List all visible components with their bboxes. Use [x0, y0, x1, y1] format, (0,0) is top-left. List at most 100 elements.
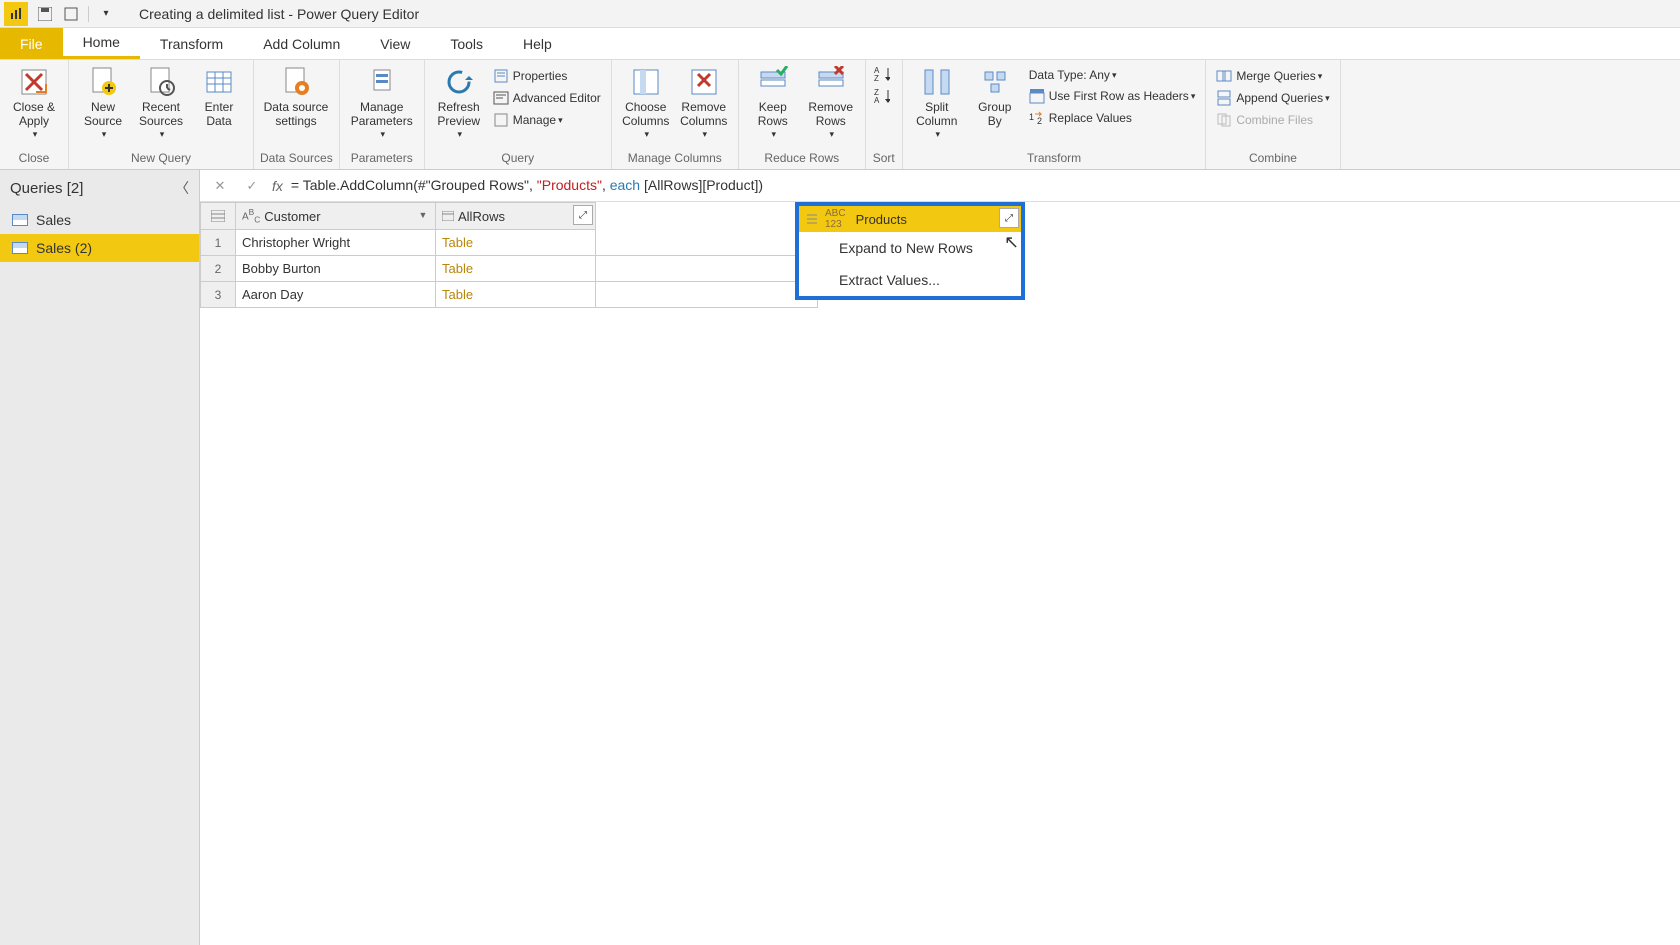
keep-rows-button[interactable]: Keep Rows: [745, 62, 801, 144]
ribbon-group-query: Refresh Preview Properties Advanced Edit…: [425, 60, 612, 169]
properties-button[interactable]: Properties: [489, 66, 605, 86]
cell-allrows[interactable]: Table: [436, 230, 596, 256]
collapse-pane-icon[interactable]: 〈: [175, 178, 189, 198]
merge-icon: [1216, 68, 1232, 84]
qat-separator: [88, 6, 89, 22]
cancel-formula-icon[interactable]: ✕: [208, 174, 232, 198]
undo-icon[interactable]: [60, 3, 82, 25]
ribbon-group-reduce-rows: Keep Rows Remove Rows Reduce Rows: [739, 60, 866, 169]
ribbon-group-close: Close & Apply Close: [0, 60, 69, 169]
list-type-icon: [805, 213, 819, 225]
enter-data-button[interactable]: Enter Data: [191, 62, 247, 133]
remove-rows-icon: [815, 66, 847, 98]
manage-parameters-icon: [366, 66, 398, 98]
fx-icon[interactable]: fx: [272, 178, 283, 194]
filter-dropdown-icon[interactable]: ▼: [413, 205, 433, 225]
sort-asc-button[interactable]: AZ: [872, 64, 896, 84]
combine-files-button[interactable]: Combine Files: [1212, 110, 1333, 130]
enter-data-icon: [203, 66, 235, 98]
tab-help[interactable]: Help: [503, 28, 572, 59]
combine-files-icon: [1216, 112, 1232, 128]
data-type-button[interactable]: Data Type: Any: [1025, 66, 1200, 84]
data-grid: ABC Customer ▼ AllRows ⤢ 1 Christopher W…: [200, 202, 1680, 308]
text-type-icon: ABC: [242, 207, 260, 224]
column-header-customer[interactable]: ABC Customer ▼: [236, 202, 436, 230]
split-column-icon: [921, 66, 953, 98]
cell-allrows[interactable]: Table: [436, 256, 596, 282]
sort-asc-icon: AZ: [874, 66, 890, 82]
tab-tools[interactable]: Tools: [430, 28, 503, 59]
save-icon[interactable]: [34, 3, 56, 25]
menu-expand-new-rows[interactable]: Expand to New Rows: [799, 232, 1021, 264]
sort-desc-button[interactable]: ZA: [872, 86, 896, 106]
choose-columns-icon: [630, 66, 662, 98]
query-item-sales[interactable]: Sales: [0, 206, 199, 234]
content-area: ✕ ✓ fx = Table.AddColumn(#"Grouped Rows"…: [200, 170, 1680, 945]
ribbon-group-data-sources: Data source settings Data Sources: [254, 60, 340, 169]
group-by-icon: [979, 66, 1011, 98]
advanced-editor-button[interactable]: Advanced Editor: [489, 88, 605, 108]
remove-rows-button[interactable]: Remove Rows: [803, 62, 859, 144]
manage-button[interactable]: Manage: [489, 110, 605, 130]
expand-allrows-icon[interactable]: ⤢: [573, 205, 593, 225]
close-apply-button[interactable]: Close & Apply: [6, 62, 62, 144]
split-column-button[interactable]: Split Column: [909, 62, 965, 144]
ribbon: Close & Apply Close New Source Recent So…: [0, 60, 1680, 170]
queries-header: Queries [2] 〈: [0, 170, 199, 206]
grid-corner[interactable]: [200, 202, 236, 230]
ribbon-group-new-query: New Source Recent Sources Enter Data New…: [69, 60, 254, 169]
headers-icon: [1029, 88, 1045, 104]
menu-tabs: File Home Transform Add Column View Tool…: [0, 28, 1680, 60]
column-header-allrows[interactable]: AllRows ⤢: [436, 202, 596, 230]
tab-view[interactable]: View: [360, 28, 430, 59]
tab-home[interactable]: Home: [63, 28, 140, 59]
data-source-settings-button[interactable]: Data source settings: [260, 62, 332, 133]
remove-columns-icon: [688, 66, 720, 98]
svg-text:A: A: [874, 96, 880, 104]
cell-customer[interactable]: Aaron Day: [236, 282, 436, 308]
choose-columns-button[interactable]: Choose Columns: [618, 62, 674, 144]
tab-file[interactable]: File: [0, 28, 63, 59]
table-type-icon: [442, 211, 454, 221]
recent-sources-button[interactable]: Recent Sources: [133, 62, 189, 144]
svg-text:Z: Z: [874, 74, 879, 82]
main-area: Queries [2] 〈 Sales Sales (2) ✕ ✓ fx = T…: [0, 170, 1680, 945]
qat-customize-icon[interactable]: ▾: [95, 3, 117, 25]
column-header-products[interactable]: ABC123 Products ⤢ ↖: [799, 206, 1021, 232]
data-source-settings-icon: [280, 66, 312, 98]
group-by-button[interactable]: Group By: [967, 62, 1023, 133]
manage-icon: [493, 112, 509, 128]
expand-products-icon[interactable]: ⤢: [999, 208, 1019, 228]
sort-desc-icon: ZA: [874, 88, 890, 104]
recent-sources-icon: [145, 66, 177, 98]
remove-columns-button[interactable]: Remove Columns: [676, 62, 732, 144]
refresh-preview-button[interactable]: Refresh Preview: [431, 62, 487, 144]
tab-transform[interactable]: Transform: [140, 28, 243, 59]
refresh-icon: [443, 66, 475, 98]
replace-icon: 12: [1029, 110, 1045, 126]
formula-text[interactable]: = Table.AddColumn(#"Grouped Rows", "Prod…: [291, 177, 763, 194]
append-icon: [1216, 90, 1232, 106]
new-source-button[interactable]: New Source: [75, 62, 131, 144]
replace-values-button[interactable]: 12Replace Values: [1025, 108, 1200, 128]
titlebar: ▾ Creating a delimited list - Power Quer…: [0, 0, 1680, 28]
table-icon: [12, 242, 28, 254]
queries-pane: Queries [2] 〈 Sales Sales (2): [0, 170, 200, 945]
append-queries-button[interactable]: Append Queries: [1212, 88, 1333, 108]
cell-allrows[interactable]: Table: [436, 282, 596, 308]
svg-text:2: 2: [1037, 116, 1042, 126]
ribbon-group-transform: Split Column Group By Data Type: Any Use…: [903, 60, 1207, 169]
table-icon: [12, 214, 28, 226]
properties-icon: [493, 68, 509, 84]
tab-add-column[interactable]: Add Column: [243, 28, 360, 59]
ribbon-group-manage-columns: Choose Columns Remove Columns Manage Col…: [612, 60, 739, 169]
manage-parameters-button[interactable]: Manage Parameters: [346, 62, 418, 144]
cell-customer[interactable]: Bobby Burton: [236, 256, 436, 282]
merge-queries-button[interactable]: Merge Queries: [1212, 66, 1333, 86]
query-item-sales-2[interactable]: Sales (2): [0, 234, 199, 262]
accept-formula-icon[interactable]: ✓: [240, 174, 264, 198]
cell-customer[interactable]: Christopher Wright: [236, 230, 436, 256]
ribbon-group-parameters: Manage Parameters Parameters: [340, 60, 425, 169]
first-row-headers-button[interactable]: Use First Row as Headers: [1025, 86, 1200, 106]
menu-extract-values[interactable]: Extract Values...: [799, 264, 1021, 296]
